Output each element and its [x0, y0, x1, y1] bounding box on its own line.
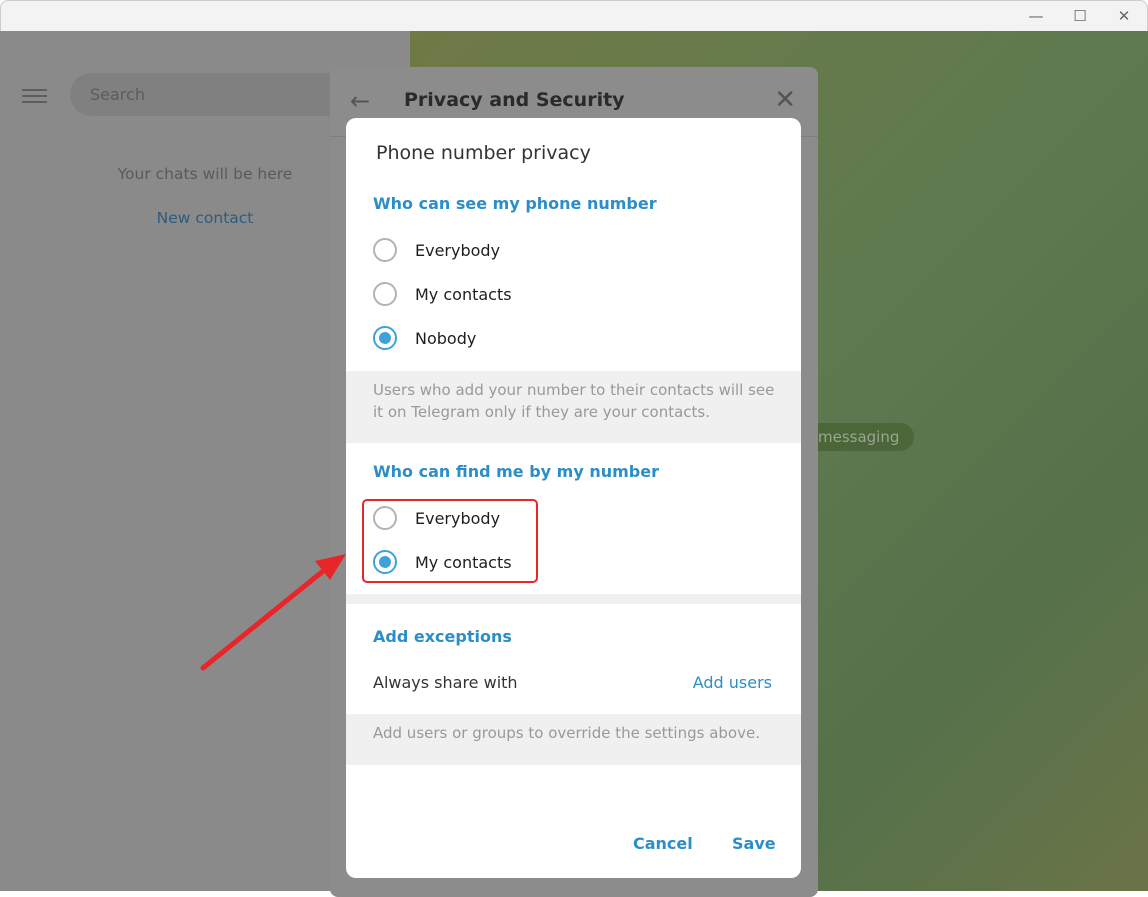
red-arrow-annotation [200, 554, 346, 671]
